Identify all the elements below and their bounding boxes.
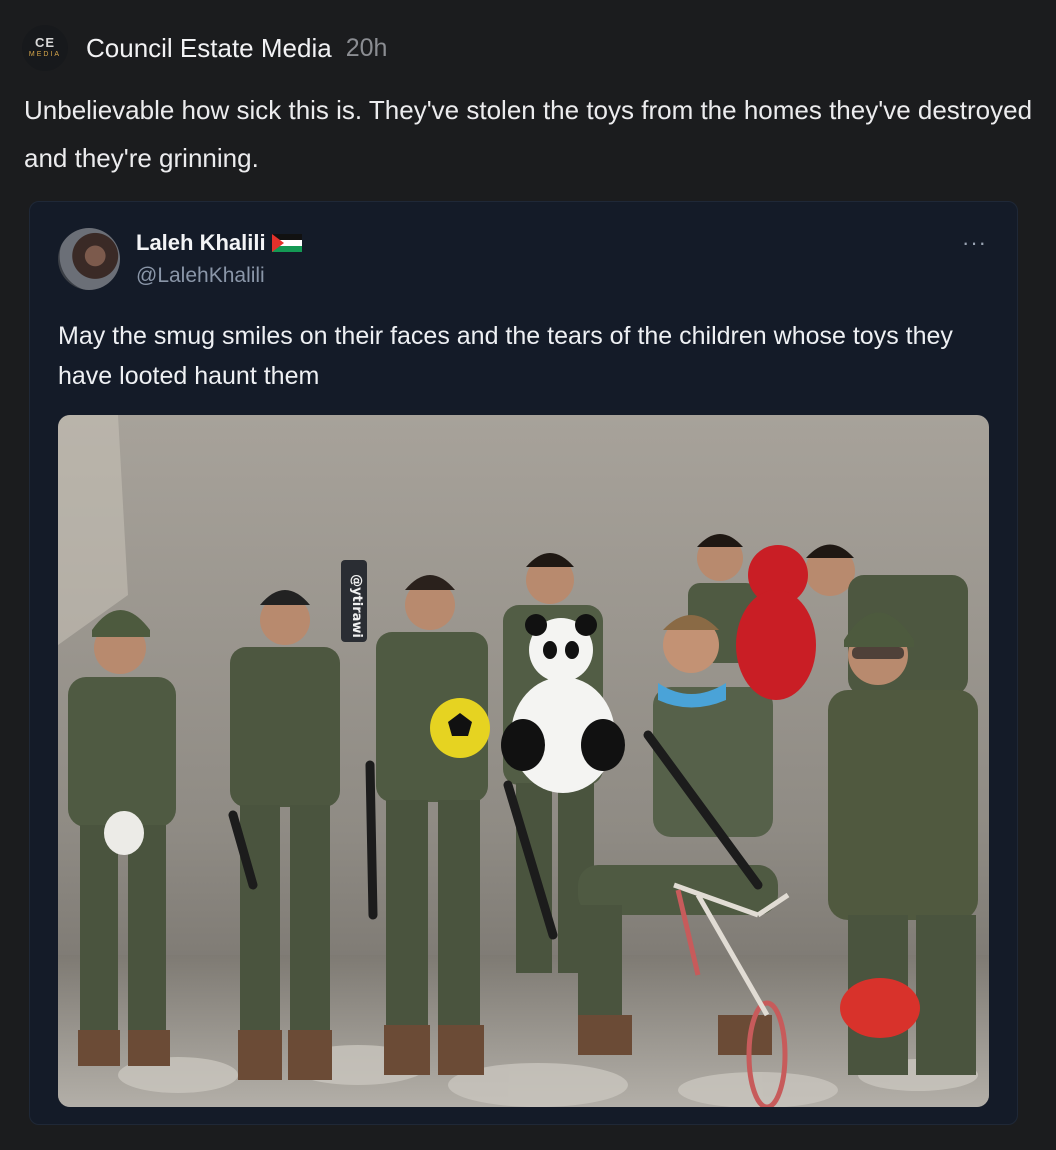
quoted-post-text: May the smug smiles on their faces and t… xyxy=(58,322,953,390)
post-header: CE MEDIA Council Estate Media 20h xyxy=(22,24,387,72)
quoted-author-name[interactable]: Laleh Khalili xyxy=(136,230,266,256)
post-time[interactable]: 20h xyxy=(346,34,388,63)
quoted-author-name-row[interactable]: Laleh Khalili xyxy=(136,230,302,256)
quoted-post-photo[interactable]: @ytirawi xyxy=(58,415,989,1107)
quoted-post-card[interactable]: Laleh Khalili @LalehKhalili ··· May the … xyxy=(29,201,1018,1125)
author-avatar[interactable]: CE MEDIA xyxy=(22,25,68,71)
more-options-icon[interactable]: ··· xyxy=(962,230,987,256)
logo-text-bottom: MEDIA xyxy=(28,51,62,58)
photo-illustration xyxy=(58,415,989,1107)
author-name[interactable]: Council Estate Media xyxy=(86,33,332,64)
logo-text-top: CE xyxy=(34,35,56,50)
photo-watermark-text: @ytirawi xyxy=(349,574,364,638)
palestine-flag-icon xyxy=(271,234,302,252)
post-text: Unbelievable how sick this is. They've s… xyxy=(24,95,1033,173)
quoted-author-handle[interactable]: @LalehKhalili xyxy=(136,264,265,288)
quoted-author-avatar[interactable] xyxy=(58,228,120,290)
